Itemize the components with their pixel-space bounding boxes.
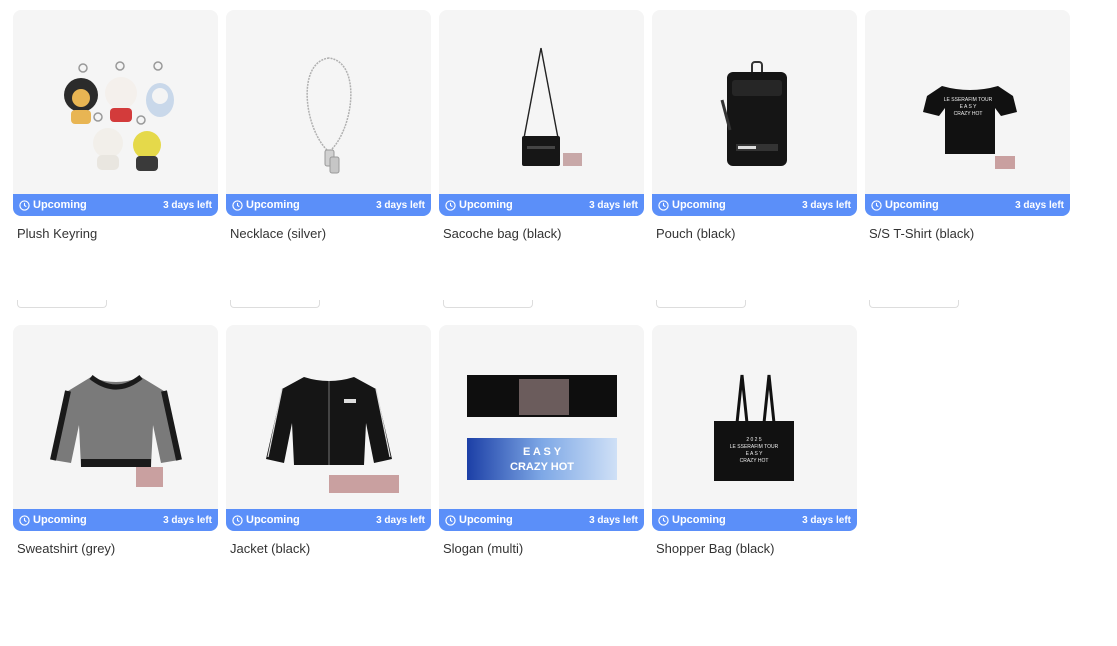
time-left: 3 days left (376, 199, 425, 211)
status-label: Upcoming (459, 514, 513, 526)
status-bar: Upcoming 3 days left (652, 194, 857, 216)
product-thumbnail[interactable]: Upcoming 3 days left (13, 325, 218, 531)
product-card[interactable]: Upcoming 3 days left Jacket (black) (226, 325, 431, 640)
necklace-image (306, 57, 352, 174)
shopper-print-line1: 2 0 2 5 (746, 437, 762, 443)
card-footer-fragment (17, 300, 107, 308)
product-card[interactable]: Upcoming 3 days left Plush Keyring (13, 10, 218, 325)
time-left: 3 days left (589, 514, 638, 526)
slogan-image: E A S Y CRAZY HOT (467, 375, 617, 480)
clock-icon (658, 199, 669, 211)
status-bar: Upcoming 3 days left (439, 194, 644, 216)
status-label: Upcoming (246, 199, 300, 211)
product-title[interactable]: Jacket (black) (226, 541, 431, 556)
card-footer-fragment (443, 300, 533, 308)
status-label: Upcoming (33, 199, 87, 211)
plush-keyring-image (64, 61, 174, 171)
clock-icon (658, 514, 669, 526)
status-bar: Upcoming 3 days left (13, 509, 218, 531)
product-thumbnail[interactable]: LE SSERAFIM TOUR E A S Y CRAZY HOT Upcom… (865, 10, 1070, 216)
tshirt-print-line3: CRAZY HOT (954, 111, 983, 117)
status-bar: Upcoming 3 days left (226, 194, 431, 216)
time-left: 3 days left (802, 199, 851, 211)
product-thumbnail[interactable]: Upcoming 3 days left (439, 10, 644, 216)
time-left: 3 days left (589, 199, 638, 211)
status-label: Upcoming (246, 514, 300, 526)
product-card[interactable]: Upcoming 3 days left Sacoche bag (black) (439, 10, 644, 325)
pouch-image (720, 61, 787, 166)
time-left: 3 days left (163, 514, 212, 526)
clock-icon (19, 199, 30, 211)
sweatshirt-image (50, 374, 182, 487)
product-title[interactable]: Slogan (multi) (439, 541, 644, 556)
status-bar: Upcoming 3 days left (439, 509, 644, 531)
product-card[interactable]: Upcoming 3 days left Pouch (black) (652, 10, 857, 325)
tshirt-print-line2: E A S Y (960, 104, 978, 110)
slogan-word2: CRAZY HOT (510, 461, 574, 473)
product-card[interactable]: E A S Y CRAZY HOT Upcoming 3 days left S… (439, 325, 644, 640)
card-footer-fragment (656, 300, 746, 308)
jacket-image (266, 377, 399, 493)
product-title[interactable]: Sweatshirt (grey) (13, 541, 218, 556)
status-bar: Upcoming 3 days left (226, 509, 431, 531)
status-label: Upcoming (459, 199, 513, 211)
status-label: Upcoming (672, 199, 726, 211)
time-left: 3 days left (802, 514, 851, 526)
card-footer-fragment (869, 300, 959, 308)
product-thumbnail[interactable]: Upcoming 3 days left (226, 325, 431, 531)
product-title[interactable]: Shopper Bag (black) (652, 541, 857, 556)
tshirt-image: LE SSERAFIM TOUR E A S Y CRAZY HOT (923, 86, 1017, 169)
status-bar: Upcoming 3 days left (865, 194, 1070, 216)
product-title[interactable]: Pouch (black) (652, 226, 857, 241)
product-thumbnail[interactable]: Upcoming 3 days left (226, 10, 431, 216)
clock-icon (232, 199, 243, 211)
product-title[interactable]: Necklace (silver) (226, 226, 431, 241)
status-label: Upcoming (672, 514, 726, 526)
clock-icon (445, 199, 456, 211)
time-left: 3 days left (163, 199, 212, 211)
clock-icon (232, 514, 243, 526)
product-thumbnail[interactable]: Upcoming 3 days left (13, 10, 218, 216)
product-card[interactable]: LE SSERAFIM TOUR E A S Y CRAZY HOT Upcom… (865, 10, 1070, 325)
product-thumbnail[interactable]: E A S Y CRAZY HOT Upcoming 3 days left (439, 325, 644, 531)
slogan-word1: E A S Y (523, 446, 562, 458)
shopper-bag-image: 2 0 2 5 LE SSERAFIM TOUR E A S Y CRAZY H… (714, 374, 794, 481)
clock-icon (871, 199, 882, 211)
product-card[interactable]: 2 0 2 5 LE SSERAFIM TOUR E A S Y CRAZY H… (652, 325, 857, 640)
product-thumbnail[interactable]: 2 0 2 5 LE SSERAFIM TOUR E A S Y CRAZY H… (652, 325, 857, 531)
sacoche-bag-image (522, 47, 582, 166)
clock-icon (445, 514, 456, 526)
time-left: 3 days left (1015, 199, 1064, 211)
product-thumbnail[interactable]: Upcoming 3 days left (652, 10, 857, 216)
card-footer-fragment (230, 300, 320, 308)
product-title[interactable]: Plush Keyring (13, 226, 218, 241)
status-label: Upcoming (885, 199, 939, 211)
shopper-print-line2: LE SSERAFIM TOUR (730, 444, 779, 450)
product-card[interactable]: Upcoming 3 days left Necklace (silver) (226, 10, 431, 325)
product-grid: Upcoming 3 days left Plush Keyring Upcom… (13, 10, 1070, 640)
tshirt-print-line1: LE SSERAFIM TOUR (944, 97, 993, 103)
shopper-print-line3: E A S Y (746, 451, 764, 457)
status-bar: Upcoming 3 days left (13, 194, 218, 216)
status-label: Upcoming (33, 514, 87, 526)
product-title[interactable]: S/S T-Shirt (black) (865, 226, 1070, 241)
shopper-print-line4: CRAZY HOT (740, 458, 769, 464)
time-left: 3 days left (376, 514, 425, 526)
clock-icon (19, 514, 30, 526)
product-card[interactable]: Upcoming 3 days left Sweatshirt (grey) (13, 325, 218, 640)
product-title[interactable]: Sacoche bag (black) (439, 226, 644, 241)
status-bar: Upcoming 3 days left (652, 509, 857, 531)
